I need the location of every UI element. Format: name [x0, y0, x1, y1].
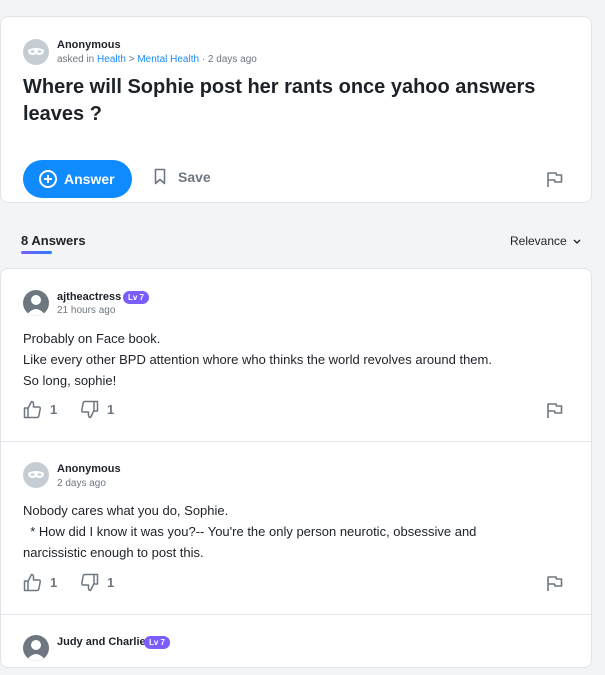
level-badge: Lv 7 [144, 636, 171, 649]
downvote-button[interactable]: 1 [80, 400, 114, 419]
default-user-icon [26, 295, 46, 316]
anonymous-avatar [23, 462, 49, 488]
sort-label: Relevance [510, 234, 567, 248]
answer-body: Probably on Face book. Like every other … [23, 328, 563, 391]
mask-icon [28, 471, 44, 478]
answer-author[interactable]: Anonymous [57, 463, 121, 475]
category-link[interactable]: Health [97, 54, 126, 65]
answers-count-tab[interactable]: 8 Answers [21, 233, 86, 248]
report-flag-icon[interactable] [546, 575, 563, 597]
answer-line: Like every other BPD attention whore who… [23, 352, 492, 367]
thumbs-down-icon [81, 573, 99, 592]
answers-list: ajtheactress Lv 7 21 hours ago Probably … [0, 268, 592, 668]
question-meta: asked in Health > Mental Health · 2 days… [57, 54, 257, 65]
bookmark-icon [154, 168, 166, 185]
asked-in-label: asked in [57, 54, 95, 65]
default-user-icon [26, 640, 46, 661]
downvote-count: 1 [107, 402, 115, 417]
answer-body: Nobody cares what you do, Sophie. * How … [23, 500, 563, 563]
save-button[interactable]: Save [154, 168, 211, 185]
chevron-down-icon [573, 239, 581, 244]
breadcrumb-separator: > [128, 54, 135, 65]
upvote-button[interactable]: 1 [23, 573, 57, 592]
anonymous-avatar [23, 39, 49, 65]
thumbs-down-icon [81, 400, 99, 419]
answer-line: Probably on Face book. [23, 331, 161, 346]
answer-item: Judy and Charlie Lv 7 [1, 615, 591, 675]
upvote-count: 1 [50, 402, 58, 417]
report-flag-icon[interactable] [546, 171, 563, 193]
user-avatar[interactable] [23, 290, 49, 316]
sort-dropdown[interactable]: Relevance [510, 234, 581, 248]
answer-line: Nobody cares what you do, Sophie. [23, 503, 229, 518]
answer-button[interactable]: Answer [23, 160, 132, 198]
thumbs-up-icon [23, 573, 41, 592]
subcategory-link[interactable]: Mental Health [137, 54, 199, 65]
level-badge: Lv 7 [123, 291, 150, 304]
question-time: · 2 days ago [201, 54, 257, 65]
answer-line: * How did I know it was you?-- You're th… [23, 524, 477, 539]
user-avatar[interactable] [23, 635, 49, 661]
answer-item: ajtheactress Lv 7 21 hours ago Probably … [1, 269, 591, 441]
answer-button-label: Answer [64, 171, 115, 187]
answers-header: 8 Answers Relevance [0, 222, 592, 268]
thumbs-up-icon [23, 400, 41, 419]
answer-time: 2 days ago [57, 478, 106, 489]
upvote-count: 1 [50, 575, 58, 590]
answer-item: Anonymous 2 days ago Nobody cares what y… [1, 442, 591, 614]
answer-time: 21 hours ago [57, 305, 116, 316]
downvote-count: 1 [107, 575, 115, 590]
answer-author[interactable]: ajtheactress [57, 291, 121, 303]
upvote-button[interactable]: 1 [23, 400, 57, 419]
report-flag-icon[interactable] [546, 402, 563, 424]
answer-line: So long, sophie! [23, 373, 117, 388]
plus-circle-icon [39, 170, 57, 188]
question-card: Anonymous asked in Health > Mental Healt… [0, 16, 592, 203]
question-author[interactable]: Anonymous [57, 39, 121, 51]
answer-author[interactable]: Judy and Charlie [57, 636, 146, 648]
answer-line: narcissistic enough to post this. [23, 545, 204, 560]
active-tab-underline [21, 251, 52, 254]
save-button-label: Save [178, 168, 211, 185]
mask-icon [28, 48, 44, 55]
downvote-button[interactable]: 1 [80, 573, 114, 592]
question-title: Where will Sophie post her rants once ya… [23, 76, 536, 125]
